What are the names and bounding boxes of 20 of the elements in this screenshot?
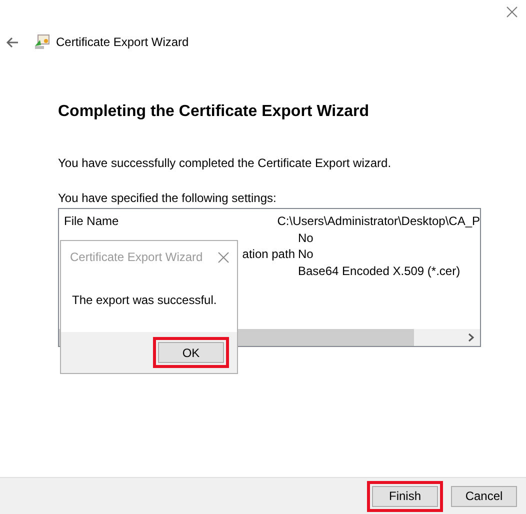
setting-value: No: [298, 230, 314, 247]
success-message: You have successfully completed the Certificate Export wizard.: [58, 155, 392, 172]
dialog-message: The export was successful.: [71, 292, 218, 309]
close-icon[interactable]: [218, 252, 229, 262]
setting-value: C:\Users\Administrator\Desktop\CA_P: [277, 213, 480, 230]
window-title: Certificate Export Wizard: [56, 34, 189, 51]
certificate-icon: [34, 34, 50, 50]
dialog-title: Certificate Export Wizard: [70, 249, 203, 266]
dialog-button[interactable]: Finish: [372, 486, 438, 506]
close-icon[interactable]: [506, 6, 518, 18]
setting-value: No: [298, 246, 314, 264]
setting-value: Base64 Encoded X.509 (*.cer): [298, 262, 460, 280]
scroll-right-icon[interactable]: [468, 333, 474, 342]
setting-label: File Name: [64, 214, 119, 228]
dialog-button[interactable]: OK: [158, 342, 224, 363]
settings-label: You have specified the following settings:: [58, 190, 278, 207]
dialog-button[interactable]: Cancel: [451, 486, 517, 506]
setting-label: ation path: [242, 246, 295, 264]
wizard-heading: Completing the Certificate Export Wizard: [58, 102, 370, 122]
back-arrow-icon[interactable]: [6, 36, 19, 48]
